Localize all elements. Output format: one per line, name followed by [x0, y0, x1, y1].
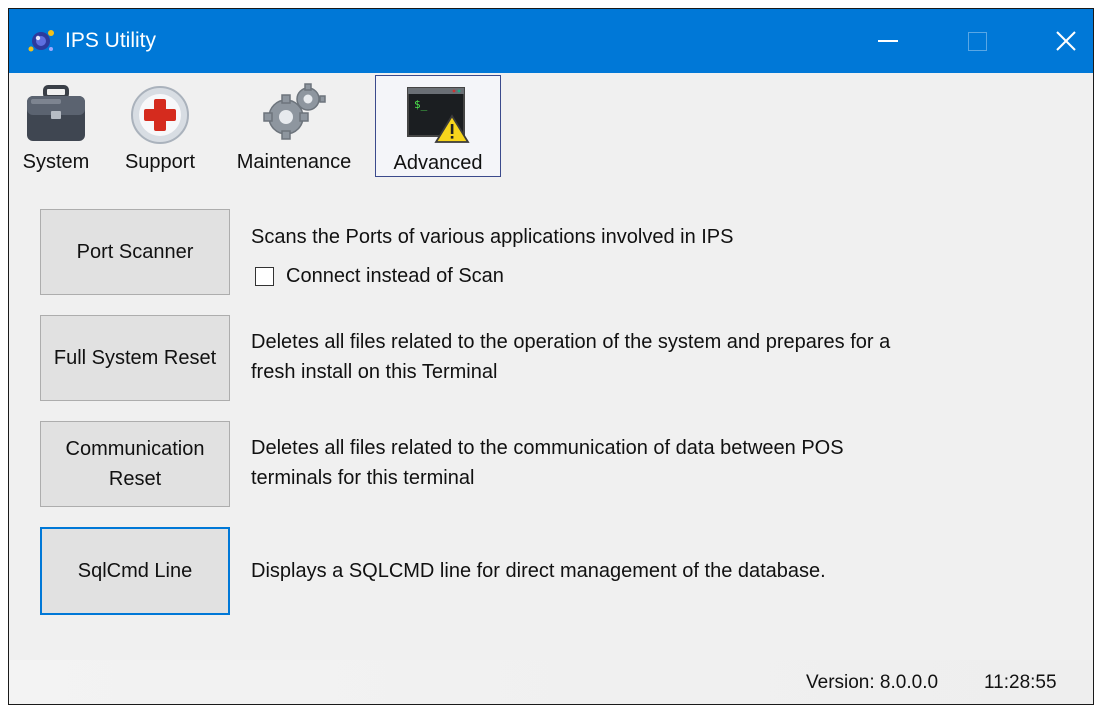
clock-label: 11:28:55 [984, 672, 1057, 693]
connect-instead-label: Connect instead of Scan [286, 265, 504, 287]
first-aid-icon [131, 86, 189, 144]
maximize-button[interactable] [946, 9, 1008, 73]
connect-instead-checkbox[interactable] [255, 267, 274, 286]
tab-support[interactable]: Support [113, 75, 207, 177]
tab-support-label: Support [124, 151, 196, 173]
port-scanner-button-label: Port Scanner [76, 241, 194, 263]
port-scanner-button[interactable]: Port Scanner [40, 209, 230, 295]
port-scanner-description: Scans the Ports of various applications … [251, 226, 734, 248]
svg-text:$_: $_ [414, 98, 428, 111]
app-logo-icon [27, 27, 55, 55]
tab-system[interactable]: System [13, 75, 99, 177]
connect-instead-option[interactable]: Connect instead of Scan [255, 265, 504, 288]
communication-reset-button-label-1: Communication [65, 438, 205, 460]
window-title: IPS Utility [65, 29, 157, 52]
communication-reset-button[interactable]: Communication Reset [40, 421, 230, 507]
tab-maintenance[interactable]: Maintenance [221, 75, 367, 177]
close-icon [1056, 31, 1076, 51]
tab-system-label: System [22, 151, 90, 173]
full-system-reset-description-line-1: Deletes all files related to the operati… [251, 331, 891, 353]
minimize-button[interactable] [857, 9, 919, 73]
version-label: Version: 8.0.0.0 [806, 672, 939, 693]
toolbar: System Support Maintenance $_ Advanced [9, 73, 1093, 183]
full-system-reset-description: Deletes all files related to the operati… [251, 327, 890, 387]
sqlcmd-line-button[interactable]: SqlCmd Line [40, 527, 230, 615]
tab-maintenance-label: Maintenance [236, 151, 352, 173]
full-system-reset-description-line-2: fresh install on this Terminal [251, 361, 498, 383]
full-system-reset-button-label: Full System Reset [53, 347, 217, 369]
sqlcmd-line-description: Displays a SQLCMD line for direct manage… [251, 560, 826, 582]
app-window: IPS Utility System Support Maintenance $… [8, 8, 1094, 705]
communication-reset-description-line-1: Deletes all files related to the communi… [251, 437, 844, 459]
minimize-icon [878, 40, 898, 42]
title-bar[interactable]: IPS Utility [9, 9, 1093, 73]
tab-advanced[interactable]: $_ Advanced [375, 75, 501, 177]
communication-reset-description-line-2: terminals for this terminal [251, 467, 475, 489]
communication-reset-button-label-2: Reset [108, 468, 162, 490]
briefcase-icon [27, 85, 85, 141]
terminal-warning-icon: $_ [407, 87, 470, 143]
sqlcmd-line-button-label: SqlCmd Line [77, 560, 193, 582]
communication-reset-description: Deletes all files related to the communi… [251, 433, 844, 493]
maximize-icon [967, 31, 987, 51]
status-bar: Version: 8.0.0.0 11:28:55 [9, 660, 1093, 704]
gears-icon [263, 83, 326, 140]
tab-advanced-label: Advanced [393, 152, 483, 174]
close-button[interactable] [1035, 9, 1093, 73]
full-system-reset-button[interactable]: Full System Reset [40, 315, 230, 401]
